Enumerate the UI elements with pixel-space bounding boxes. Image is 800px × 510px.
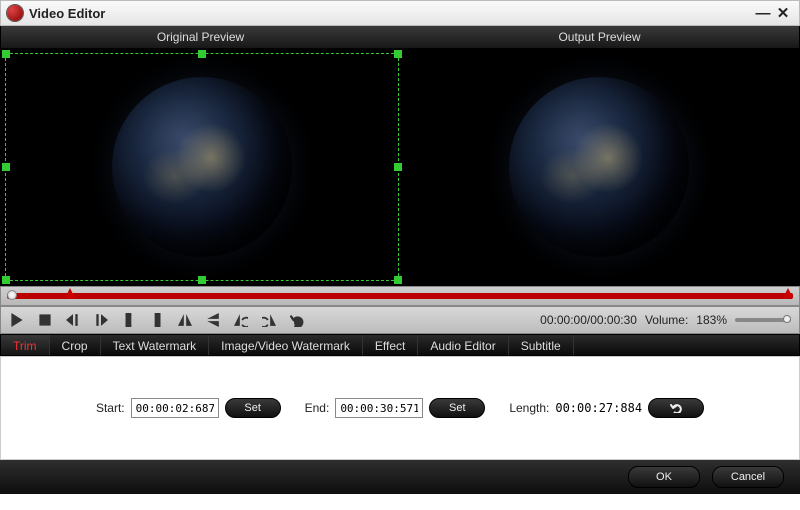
crop-handle[interactable]	[394, 50, 402, 58]
output-preview-pane	[403, 53, 795, 281]
undo-button[interactable]	[289, 312, 305, 328]
flip-horizontal-button[interactable]	[177, 312, 193, 328]
volume-knob[interactable]	[783, 315, 791, 323]
dialog-footer: OK Cancel	[0, 460, 800, 494]
cancel-button[interactable]: Cancel	[712, 466, 784, 488]
trim-panel: Start: Set End: Set Length: 00:00:27:884	[0, 356, 800, 460]
rotate-ccw-button[interactable]	[233, 312, 249, 328]
set-start-button[interactable]: Set	[225, 398, 281, 418]
tab-effect[interactable]: Effect	[363, 335, 418, 355]
crop-handle[interactable]	[394, 276, 402, 284]
original-preview-pane[interactable]	[5, 53, 399, 281]
flip-vertical-button[interactable]	[205, 312, 221, 328]
video-frame-image	[112, 77, 292, 257]
trim-end-marker[interactable]	[783, 288, 793, 298]
timeline-row	[0, 286, 800, 306]
tab-subtitle[interactable]: Subtitle	[509, 335, 574, 355]
video-frame-image	[509, 77, 689, 257]
playback-controls: 00:00:00/00:00:30 Volume: 183%	[0, 306, 800, 334]
start-time-input[interactable]	[131, 398, 219, 418]
time-display: 00:00:00/00:00:30	[540, 313, 637, 327]
editor-tabs: Trim Crop Text Watermark Image/Video Wat…	[0, 334, 800, 356]
preview-header: Original Preview Output Preview	[0, 26, 800, 48]
tab-trim[interactable]: Trim	[1, 335, 50, 355]
set-end-button[interactable]: Set	[429, 398, 485, 418]
prev-frame-button[interactable]	[65, 312, 81, 328]
tab-text-watermark[interactable]: Text Watermark	[101, 335, 210, 355]
titlebar: Video Editor — ✕	[0, 0, 800, 26]
start-label: Start:	[96, 401, 125, 415]
original-preview-label: Original Preview	[1, 26, 400, 48]
crop-handle[interactable]	[2, 276, 10, 284]
seek-knob[interactable]	[7, 290, 17, 300]
next-frame-button[interactable]	[93, 312, 109, 328]
undo-icon	[669, 403, 683, 413]
length-value: 00:00:27:884	[555, 401, 642, 415]
crop-handle[interactable]	[198, 276, 206, 284]
minimize-button[interactable]: —	[753, 5, 773, 22]
end-time-input[interactable]	[335, 398, 423, 418]
crop-handle[interactable]	[198, 50, 206, 58]
bracket-end-button[interactable]	[149, 312, 165, 328]
tab-crop[interactable]: Crop	[50, 335, 101, 355]
tab-audio-editor[interactable]: Audio Editor	[418, 335, 508, 355]
window-title: Video Editor	[29, 6, 753, 21]
length-label: Length:	[509, 401, 549, 415]
rotate-cw-button[interactable]	[261, 312, 277, 328]
crop-handle[interactable]	[2, 50, 10, 58]
tab-image-video-watermark[interactable]: Image/Video Watermark	[209, 335, 363, 355]
trim-start-marker[interactable]	[65, 288, 75, 298]
volume-slider[interactable]	[735, 318, 791, 322]
output-preview-label: Output Preview	[400, 26, 799, 48]
end-label: End:	[305, 401, 330, 415]
preview-area	[0, 48, 800, 286]
ok-button[interactable]: OK	[628, 466, 700, 488]
stop-button[interactable]	[37, 312, 53, 328]
bracket-start-button[interactable]	[121, 312, 137, 328]
close-button[interactable]: ✕	[773, 4, 793, 22]
seek-slider[interactable]	[7, 293, 793, 299]
reset-length-button[interactable]	[648, 398, 704, 418]
volume-value: 183%	[696, 313, 727, 327]
app-icon	[7, 5, 23, 21]
crop-handle[interactable]	[2, 163, 10, 171]
play-button[interactable]	[9, 312, 25, 328]
crop-handle[interactable]	[394, 163, 402, 171]
volume-label: Volume:	[645, 313, 688, 327]
